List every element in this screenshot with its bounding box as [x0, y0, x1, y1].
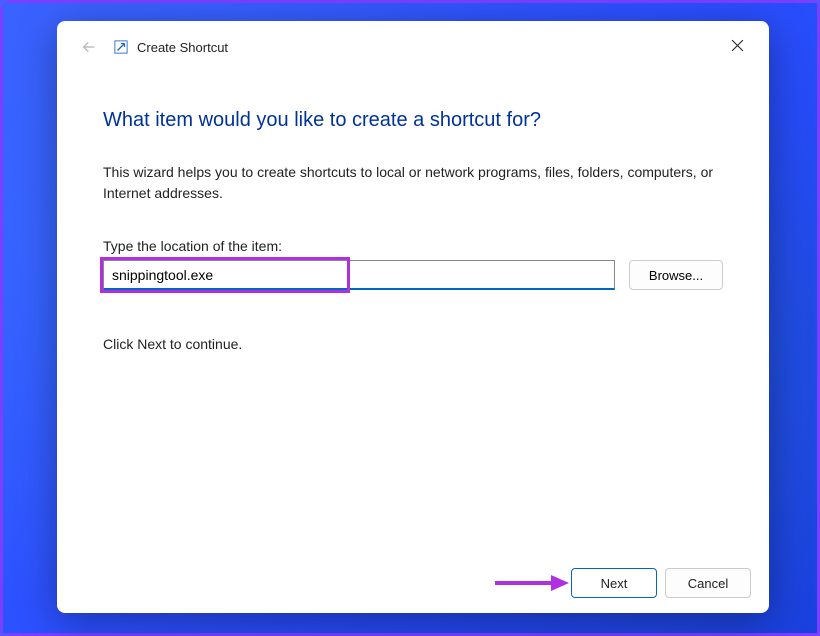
- location-input[interactable]: [103, 260, 615, 290]
- dialog-footer: Next Cancel: [57, 553, 769, 613]
- close-button[interactable]: [717, 29, 757, 61]
- location-label: Type the location of the item:: [103, 238, 723, 254]
- cancel-button[interactable]: Cancel: [665, 568, 751, 598]
- location-input-wrap: [103, 260, 615, 290]
- browse-button[interactable]: Browse...: [629, 260, 723, 290]
- dialog-header: Create Shortcut: [57, 21, 769, 73]
- arrow-annotation-icon: [491, 571, 571, 595]
- dialog-body: What item would you like to create a sho…: [57, 73, 769, 553]
- wizard-description: This wizard helps you to create shortcut…: [103, 162, 723, 204]
- continue-text: Click Next to continue.: [103, 336, 723, 352]
- back-arrow-icon[interactable]: [75, 33, 103, 61]
- wizard-heading: What item would you like to create a sho…: [103, 109, 723, 132]
- shortcut-icon: [113, 39, 129, 55]
- location-input-row: Browse...: [103, 260, 723, 290]
- next-button[interactable]: Next: [571, 568, 657, 598]
- create-shortcut-dialog: Create Shortcut What item would you like…: [57, 21, 769, 613]
- dialog-title: Create Shortcut: [137, 40, 228, 55]
